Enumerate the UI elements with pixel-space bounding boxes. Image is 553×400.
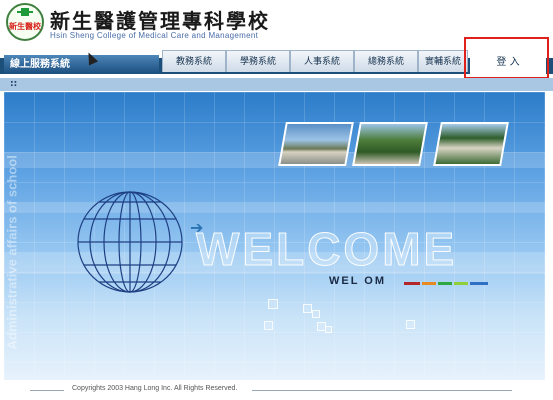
copyright-text: Copyrights 2003 Hang Long Inc. All Right… [72, 385, 238, 392]
tab-personnel[interactable]: 人事系統 [290, 50, 354, 72]
online-service-label: 線上服務系統 [4, 55, 159, 74]
deco-square [325, 326, 332, 333]
color-bar-blue [470, 282, 488, 285]
sub-toolbar: :: [0, 78, 553, 91]
campus-photo-3 [433, 122, 509, 166]
nav-bar: 線上服務系統 教務系統 學務系統 人事系統 總務系統 實輔系統 登 入 [0, 44, 553, 74]
deco-square [268, 299, 278, 309]
deco-square [264, 321, 273, 330]
deco-square [312, 310, 320, 318]
tab-student-affairs[interactable]: 學務系統 [226, 50, 290, 72]
color-bar-red [404, 282, 420, 285]
login-button[interactable]: 登 入 [470, 52, 546, 74]
globe-icon [77, 191, 183, 293]
welcome-heading: WELCOME [195, 223, 458, 276]
tab-internship-counseling[interactable]: 實輔系統 [418, 50, 468, 72]
campus-photo-2 [352, 122, 428, 166]
deco-square [406, 320, 415, 329]
school-logo: 新生醫校 [6, 3, 44, 41]
cross-icon [17, 8, 33, 16]
page-footer: Copyrights 2003 Hang Long Inc. All Right… [0, 380, 553, 400]
site-header: 新生醫校 新生醫護管理專科學校 Hsin Sheng College of Me… [0, 0, 553, 44]
welcome-banner: Administrative affairs of school ➔ WELCO… [4, 92, 545, 380]
color-bar-green [438, 282, 452, 285]
footer-divider [30, 390, 64, 391]
deco-square [303, 304, 312, 313]
tab-academic-affairs[interactable]: 教務系統 [162, 50, 226, 72]
tab-general-affairs[interactable]: 總務系統 [354, 50, 418, 72]
footer-divider [252, 390, 512, 391]
color-bar-lime [454, 282, 468, 285]
school-title: 新生醫護管理專科學校 [50, 9, 270, 33]
logo-text: 新生醫校 [9, 21, 41, 31]
subbar-marker: :: [10, 79, 18, 89]
campus-photo-1 [278, 122, 354, 166]
school-subtitle: Hsin Sheng College of Medical Care and M… [50, 31, 259, 40]
vertical-slogan: Administrative affairs of school [4, 155, 20, 350]
welcome-subheading: WEL OM [329, 275, 387, 287]
color-bar-orange [422, 282, 436, 285]
